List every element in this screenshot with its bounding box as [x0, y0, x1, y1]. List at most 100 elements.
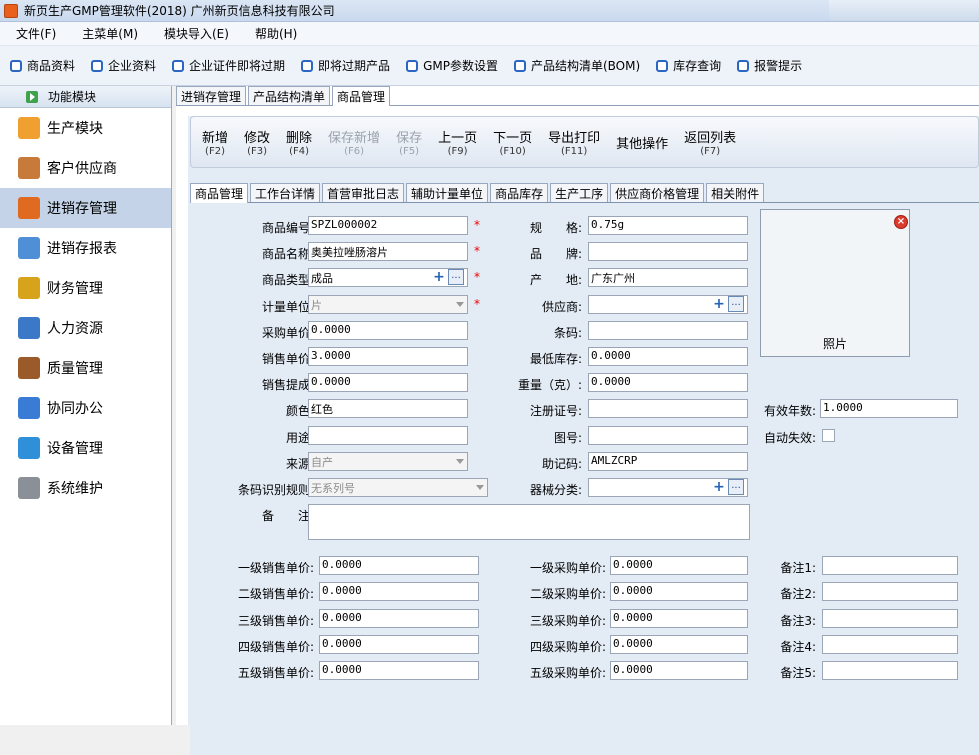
- sidebar-item[interactable]: 进销存报表: [0, 228, 171, 268]
- field-label: 颜色:: [285, 404, 314, 419]
- form-tab-1[interactable]: 工作台详情: [250, 183, 321, 202]
- sale-level-field[interactable]: 0.0000: [319, 556, 479, 575]
- form-tab-4[interactable]: 商品库存: [490, 183, 549, 202]
- note-label: 备注1:: [780, 561, 816, 575]
- tab-inventory[interactable]: 进销存管理: [176, 86, 247, 105]
- close-icon[interactable]: ×: [894, 215, 908, 229]
- ellipsis-icon[interactable]: ...: [728, 479, 744, 495]
- action-button-8[interactable]: 其他操作: [616, 133, 668, 152]
- field-value: 无系列号: [311, 482, 355, 495]
- ellipsis-icon[interactable]: ...: [448, 269, 464, 286]
- field-value: 成品: [311, 272, 333, 286]
- quick-gmp-settings[interactable]: GMP参数设置: [406, 57, 498, 74]
- form-tab-6[interactable]: 供应商价格管理: [610, 183, 705, 202]
- action-button-6[interactable]: 下一页 (F10): [493, 127, 532, 157]
- sidebar-item[interactable]: 协同办公: [0, 388, 171, 428]
- quick-cert-expiring[interactable]: 企业证件即将过期: [172, 57, 285, 74]
- sidebar-item[interactable]: 生产模块: [0, 108, 171, 148]
- form-tab-5[interactable]: 生产工序: [550, 183, 609, 202]
- form-tab-2[interactable]: 首营审批日志: [322, 183, 405, 202]
- note-field[interactable]: [822, 608, 958, 628]
- chevron-down-icon[interactable]: [476, 485, 484, 490]
- purchase-level-field[interactable]: 0.0000: [610, 582, 748, 602]
- sidebar-item[interactable]: 质量管理: [0, 348, 171, 388]
- quick-product-data[interactable]: 商品资料: [10, 57, 75, 74]
- source-select[interactable]: 自产: [308, 451, 468, 471]
- text-field[interactable]: 奥美拉唑肠溶片: [308, 242, 468, 262]
- menu-main[interactable]: 主菜单(M): [66, 25, 148, 42]
- purchase-level-field[interactable]: 0.0000: [610, 608, 748, 628]
- sidebar-item[interactable]: 系统维护: [0, 468, 171, 508]
- action-button-9[interactable]: 返回列表 (F7): [684, 127, 736, 157]
- sidebar-item-label: 系统维护: [47, 481, 103, 497]
- barcode-rule-select[interactable]: 无系列号: [308, 478, 488, 497]
- sidebar-item[interactable]: 设备管理: [0, 428, 171, 468]
- text-field[interactable]: 红色: [308, 399, 468, 419]
- text-field[interactable]: [588, 425, 748, 445]
- sidebar-item[interactable]: 人力资源: [0, 308, 171, 348]
- field-value: 3.0000: [311, 349, 351, 362]
- menu-module-import[interactable]: 模块导入(E): [148, 25, 239, 42]
- remark-field[interactable]: [308, 504, 750, 541]
- text-field[interactable]: 0.0000: [308, 373, 468, 393]
- note-field[interactable]: [822, 556, 958, 575]
- auto-expire-checkbox[interactable]: [822, 428, 835, 442]
- form-tab-7[interactable]: 相关附件: [706, 183, 765, 202]
- action-button-3[interactable]: 保存新增 (F6): [328, 127, 380, 157]
- text-field[interactable]: 广东广州: [588, 268, 748, 288]
- plus-icon[interactable]: +: [712, 480, 726, 494]
- text-field[interactable]: [588, 320, 748, 340]
- note-field[interactable]: [822, 661, 958, 681]
- plus-icon[interactable]: +: [712, 297, 726, 311]
- unit-select[interactable]: 片: [308, 294, 468, 314]
- quick-company-data[interactable]: 企业资料: [91, 57, 156, 74]
- sale-level-field[interactable]: 0.0000: [319, 661, 479, 681]
- text-field[interactable]: 3.0000: [308, 347, 468, 366]
- sidebar-item[interactable]: 财务管理: [0, 268, 171, 308]
- action-button-1[interactable]: 修改 (F3): [244, 127, 270, 157]
- action-button-7[interactable]: 导出打印 (F11): [548, 127, 600, 157]
- sale-level-field[interactable]: 0.0000: [319, 608, 479, 628]
- plus-icon[interactable]: +: [432, 270, 446, 284]
- sale-level-field[interactable]: 0.0000: [319, 582, 479, 602]
- sidebar-item[interactable]: 进销存管理: [0, 188, 171, 228]
- quick-bom[interactable]: 产品结构清单(BOM): [513, 57, 640, 74]
- sale-level-field[interactable]: 0.0000: [319, 634, 479, 654]
- field-label: 计量单位:: [261, 299, 314, 314]
- text-field[interactable]: 0.0000: [588, 347, 748, 366]
- purchase-level-field[interactable]: 0.0000: [610, 661, 748, 681]
- quick-stock-query[interactable]: 库存查询: [656, 57, 721, 74]
- quick-alerts[interactable]: 报警提示: [737, 57, 802, 74]
- menu-file[interactable]: 文件(F): [0, 25, 66, 42]
- tab-product-management[interactable]: 商品管理: [332, 86, 391, 106]
- text-field[interactable]: 0.0000: [588, 373, 748, 393]
- menu-help[interactable]: 帮助(H): [239, 25, 307, 42]
- quick-product-expiring[interactable]: 即将过期产品: [301, 57, 390, 74]
- text-field[interactable]: AMLZCRP: [588, 451, 748, 471]
- field-label: 品 牌:: [529, 247, 582, 262]
- sidebar-item[interactable]: 客户供应商: [0, 148, 171, 188]
- action-button-5[interactable]: 上一页 (F9): [438, 127, 477, 157]
- photo-box[interactable]: × 照片: [760, 209, 910, 357]
- text-field[interactable]: 0.75g: [588, 216, 748, 235]
- purchase-level-field[interactable]: 0.0000: [610, 634, 748, 654]
- chevron-down-icon[interactable]: [456, 458, 464, 464]
- note-field[interactable]: [822, 582, 958, 602]
- note-field[interactable]: [822, 634, 958, 654]
- window-controls[interactable]: [829, 0, 979, 20]
- action-button-2[interactable]: 删除 (F4): [286, 127, 312, 157]
- text-field[interactable]: 0.0000: [308, 320, 468, 340]
- chevron-down-icon[interactable]: [456, 301, 464, 307]
- text-field[interactable]: [308, 425, 468, 445]
- form-tab-3[interactable]: 辅助计量单位: [406, 183, 489, 202]
- action-button-0[interactable]: 新增 (F2): [202, 127, 228, 157]
- ellipsis-icon[interactable]: ...: [728, 295, 744, 312]
- text-field[interactable]: [588, 242, 748, 262]
- text-field[interactable]: SPZL000002: [308, 216, 468, 235]
- validity-field[interactable]: 1.0000: [820, 399, 958, 419]
- action-button-4[interactable]: 保存 (F5): [396, 127, 422, 157]
- purchase-level-field[interactable]: 0.0000: [610, 556, 748, 575]
- tab-bom[interactable]: 产品结构清单: [248, 86, 331, 105]
- form-tab-0[interactable]: 商品管理: [190, 183, 249, 203]
- text-field[interactable]: [588, 399, 748, 419]
